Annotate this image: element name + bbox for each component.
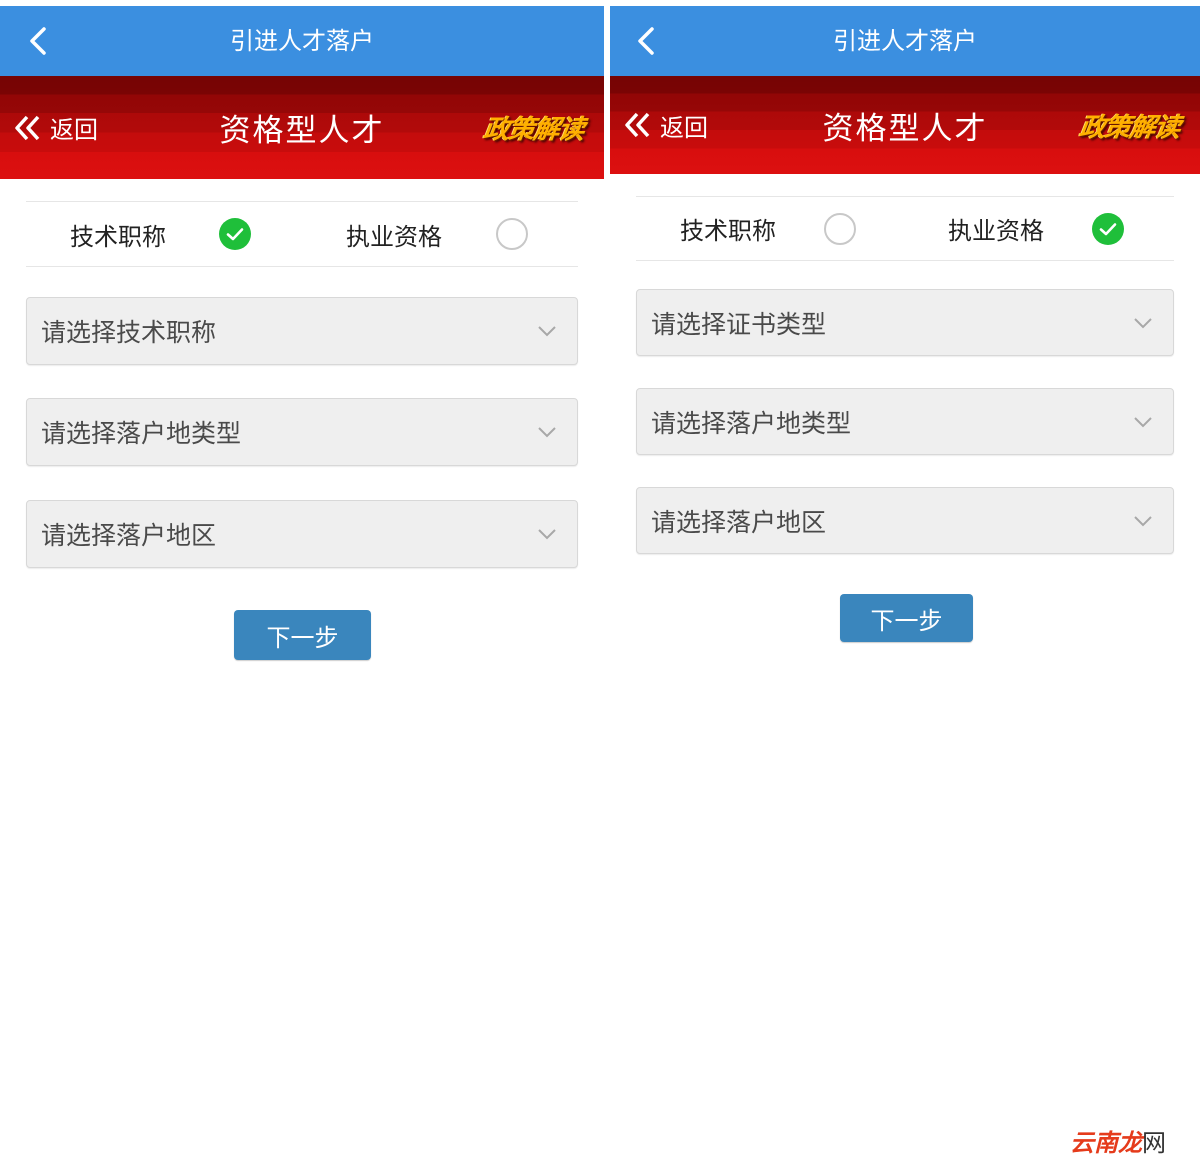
empty-circle-icon[interactable]	[496, 218, 528, 250]
select-placeholder: 请选择落户地区	[651, 507, 827, 537]
watermark-part: 网	[1142, 1129, 1166, 1157]
radio-option-practice-qualification[interactable]: 执业资格	[905, 197, 1174, 260]
radio-label: 技术职称	[70, 222, 166, 251]
select-placeholder: 请选择技术职称	[41, 318, 217, 347]
qualification-type-radio-group: 技术职称 执业资格	[26, 201, 578, 267]
select-placeholder: 请选择落户地类型	[41, 419, 242, 448]
select-placeholder: 请选择落户地类型	[651, 408, 852, 438]
watermark-part: 云南	[1070, 1128, 1118, 1157]
screen-practice-qualification: 引进人才落户 返回 资格型人才 政策解读 技术职称 执业资格 请选择证书类型 请…	[610, 0, 1200, 1170]
radio-option-practice-qualification[interactable]: 执业资格	[302, 202, 578, 266]
settlement-location-type-select[interactable]: 请选择落户地类型	[26, 398, 578, 466]
radio-label: 执业资格	[948, 217, 1044, 245]
empty-circle-icon[interactable]	[824, 212, 856, 245]
page-banner: 返回 资格型人才 政策解读	[610, 76, 1200, 174]
technical-title-select[interactable]: 请选择技术职称	[26, 297, 578, 365]
app-bar-title: 引进人才落户	[230, 27, 374, 55]
settlement-region-select[interactable]: 请选择落户地区	[636, 487, 1174, 554]
chevron-down-icon	[1134, 515, 1152, 526]
radio-option-technical-title[interactable]: 技术职称	[26, 202, 302, 266]
settlement-region-select[interactable]: 请选择落户地区	[26, 500, 578, 568]
chevron-down-icon	[538, 427, 556, 438]
qualification-type-radio-group: 技术职称 执业资格	[636, 196, 1174, 261]
site-watermark: 云南龙网	[1070, 1123, 1166, 1158]
watermark-part: 龙	[1118, 1128, 1142, 1157]
page-banner: 返回 资格型人才 政策解读	[0, 76, 604, 179]
app-bar: 引进人才落户	[610, 6, 1200, 76]
next-step-button[interactable]: 下一步	[234, 610, 371, 660]
policy-interpretation-link[interactable]: 政策解读	[1073, 76, 1187, 174]
settlement-location-type-select[interactable]: 请选择落户地类型	[636, 388, 1174, 455]
select-placeholder: 请选择证书类型	[651, 309, 827, 339]
chevron-down-icon	[1134, 317, 1152, 328]
app-bar: 引进人才落户	[0, 6, 604, 76]
select-placeholder: 请选择落户地区	[41, 521, 217, 550]
chevron-down-icon	[1134, 416, 1152, 427]
radio-label: 执业资格	[346, 222, 442, 251]
radio-option-technical-title[interactable]: 技术职称	[636, 197, 905, 260]
check-circle-icon[interactable]	[1092, 212, 1124, 245]
certificate-type-select[interactable]: 请选择证书类型	[636, 289, 1174, 356]
check-circle-icon[interactable]	[219, 218, 251, 250]
chevron-down-icon	[538, 529, 556, 540]
app-bar-title: 引进人才落户	[833, 27, 977, 55]
policy-interpretation-link[interactable]: 政策解读	[477, 76, 591, 179]
screen-technical-title: 引进人才落户 返回 资格型人才 政策解读 技术职称 执业资格 请选择技术职称 请…	[0, 0, 604, 1170]
next-step-button[interactable]: 下一步	[840, 594, 973, 642]
radio-label: 技术职称	[680, 217, 776, 245]
chevron-down-icon	[538, 326, 556, 337]
